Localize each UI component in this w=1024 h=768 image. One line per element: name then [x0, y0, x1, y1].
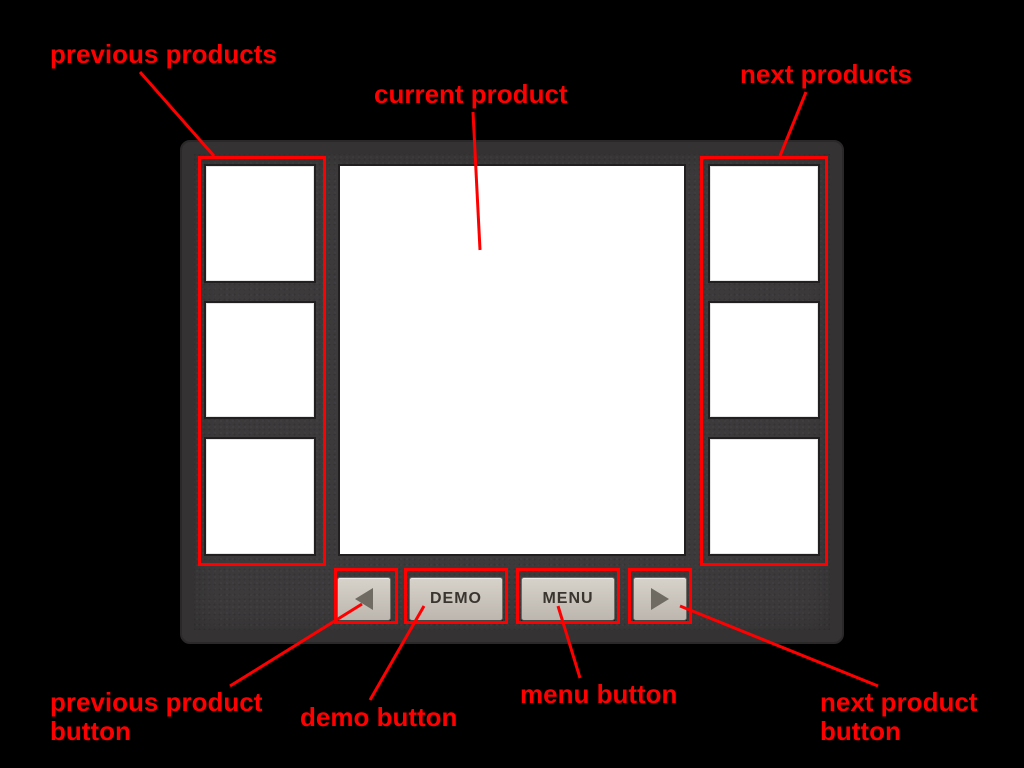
triangle-right-icon: [651, 588, 669, 610]
label-previous-products: previous products: [50, 40, 277, 69]
label-next-products: next products: [740, 60, 912, 89]
next-products-column: [708, 164, 820, 556]
next-product-thumb[interactable]: [708, 437, 820, 556]
label-menu-button: menu button: [520, 680, 677, 709]
previous-product-button[interactable]: [337, 577, 391, 621]
screen-area: [204, 164, 820, 556]
label-next-button: next product button: [820, 688, 977, 745]
label-demo-button: demo button: [300, 703, 457, 732]
label-previous-button: previous product button: [50, 688, 262, 745]
previous-products-column: [204, 164, 316, 556]
next-product-thumb[interactable]: [708, 301, 820, 420]
control-bar: DEMO MENU: [182, 574, 842, 624]
previous-product-thumb[interactable]: [204, 437, 316, 556]
current-product-viewport[interactable]: [338, 164, 686, 556]
next-product-button[interactable]: [633, 577, 687, 621]
menu-button[interactable]: MENU: [521, 577, 615, 621]
next-product-thumb[interactable]: [708, 164, 820, 283]
previous-product-thumb[interactable]: [204, 164, 316, 283]
previous-product-thumb[interactable]: [204, 301, 316, 420]
demo-button[interactable]: DEMO: [409, 577, 503, 621]
label-current-product: current product: [374, 80, 568, 109]
product-browser-device: DEMO MENU: [180, 140, 844, 644]
triangle-left-icon: [355, 588, 373, 610]
